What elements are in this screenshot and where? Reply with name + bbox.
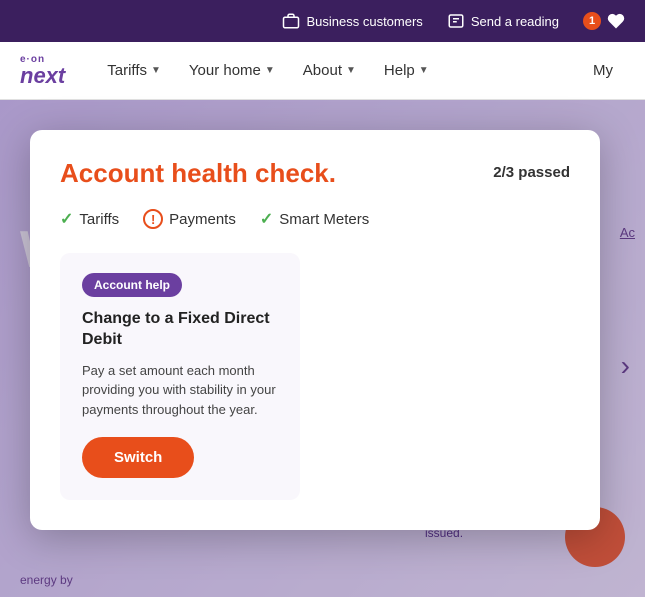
nav-my-label: My: [593, 62, 613, 79]
nav-my[interactable]: My: [581, 54, 625, 87]
check-tariffs-label: Tariffs: [79, 211, 119, 228]
chevron-down-icon: ▼: [419, 65, 429, 76]
card-title: Change to a Fixed Direct Debit: [82, 309, 278, 351]
notifications-button[interactable]: 1: [583, 12, 625, 30]
meter-icon: [447, 12, 465, 30]
check-tariffs: ✓ Tariffs: [60, 209, 119, 229]
check-smart-meters-label: Smart Meters: [279, 211, 369, 228]
modal-title: Account health check.: [60, 158, 336, 189]
warning-icon: !: [143, 209, 163, 229]
passed-badge: 2/3 passed: [493, 164, 570, 181]
card-tag: Account help: [82, 273, 182, 297]
nav-tariffs[interactable]: Tariffs ▼: [95, 54, 173, 87]
passed-count: 2/3 passed: [493, 164, 570, 181]
chevron-down-icon: ▼: [346, 65, 356, 76]
send-reading-label: Send a reading: [471, 14, 559, 29]
health-check-modal: Account health check. 2/3 passed ✓ Tarif…: [30, 130, 600, 530]
logo-bottom: next: [20, 65, 65, 87]
account-help-card: Account help Change to a Fixed Direct De…: [60, 253, 300, 500]
heart-icon: [607, 12, 625, 30]
card-description: Pay a set amount each month providing yo…: [82, 361, 278, 420]
business-customers-link[interactable]: Business customers: [282, 12, 422, 30]
nav-tariffs-label: Tariffs: [107, 62, 147, 79]
modal-header: Account health check. 2/3 passed: [60, 158, 570, 189]
switch-button[interactable]: Switch: [82, 437, 194, 478]
check-pass-icon: ✓: [260, 209, 273, 229]
nav-your-home[interactable]: Your home ▼: [177, 54, 287, 87]
nav-about[interactable]: About ▼: [291, 54, 368, 87]
nav-bar: e·on next Tariffs ▼ Your home ▼ About ▼ …: [0, 42, 645, 100]
logo[interactable]: e·on next: [20, 55, 65, 87]
business-customers-label: Business customers: [306, 14, 422, 29]
chevron-down-icon: ▼: [265, 65, 275, 76]
check-smart-meters: ✓ Smart Meters: [260, 209, 369, 229]
notification-count: 1: [583, 12, 601, 30]
check-pass-icon: ✓: [60, 209, 73, 229]
nav-items: Tariffs ▼ Your home ▼ About ▼ Help ▼: [95, 54, 581, 87]
briefcase-icon: [282, 12, 300, 30]
nav-about-label: About: [303, 62, 342, 79]
chevron-down-icon: ▼: [151, 65, 161, 76]
check-payments-label: Payments: [169, 211, 236, 228]
send-reading-link[interactable]: Send a reading: [447, 12, 559, 30]
top-bar: Business customers Send a reading 1: [0, 0, 645, 42]
nav-help-label: Help: [384, 62, 415, 79]
nav-your-home-label: Your home: [189, 62, 261, 79]
nav-help[interactable]: Help ▼: [372, 54, 441, 87]
check-payments: ! Payments: [143, 209, 236, 229]
checks-row: ✓ Tariffs ! Payments ✓ Smart Meters: [60, 209, 570, 229]
